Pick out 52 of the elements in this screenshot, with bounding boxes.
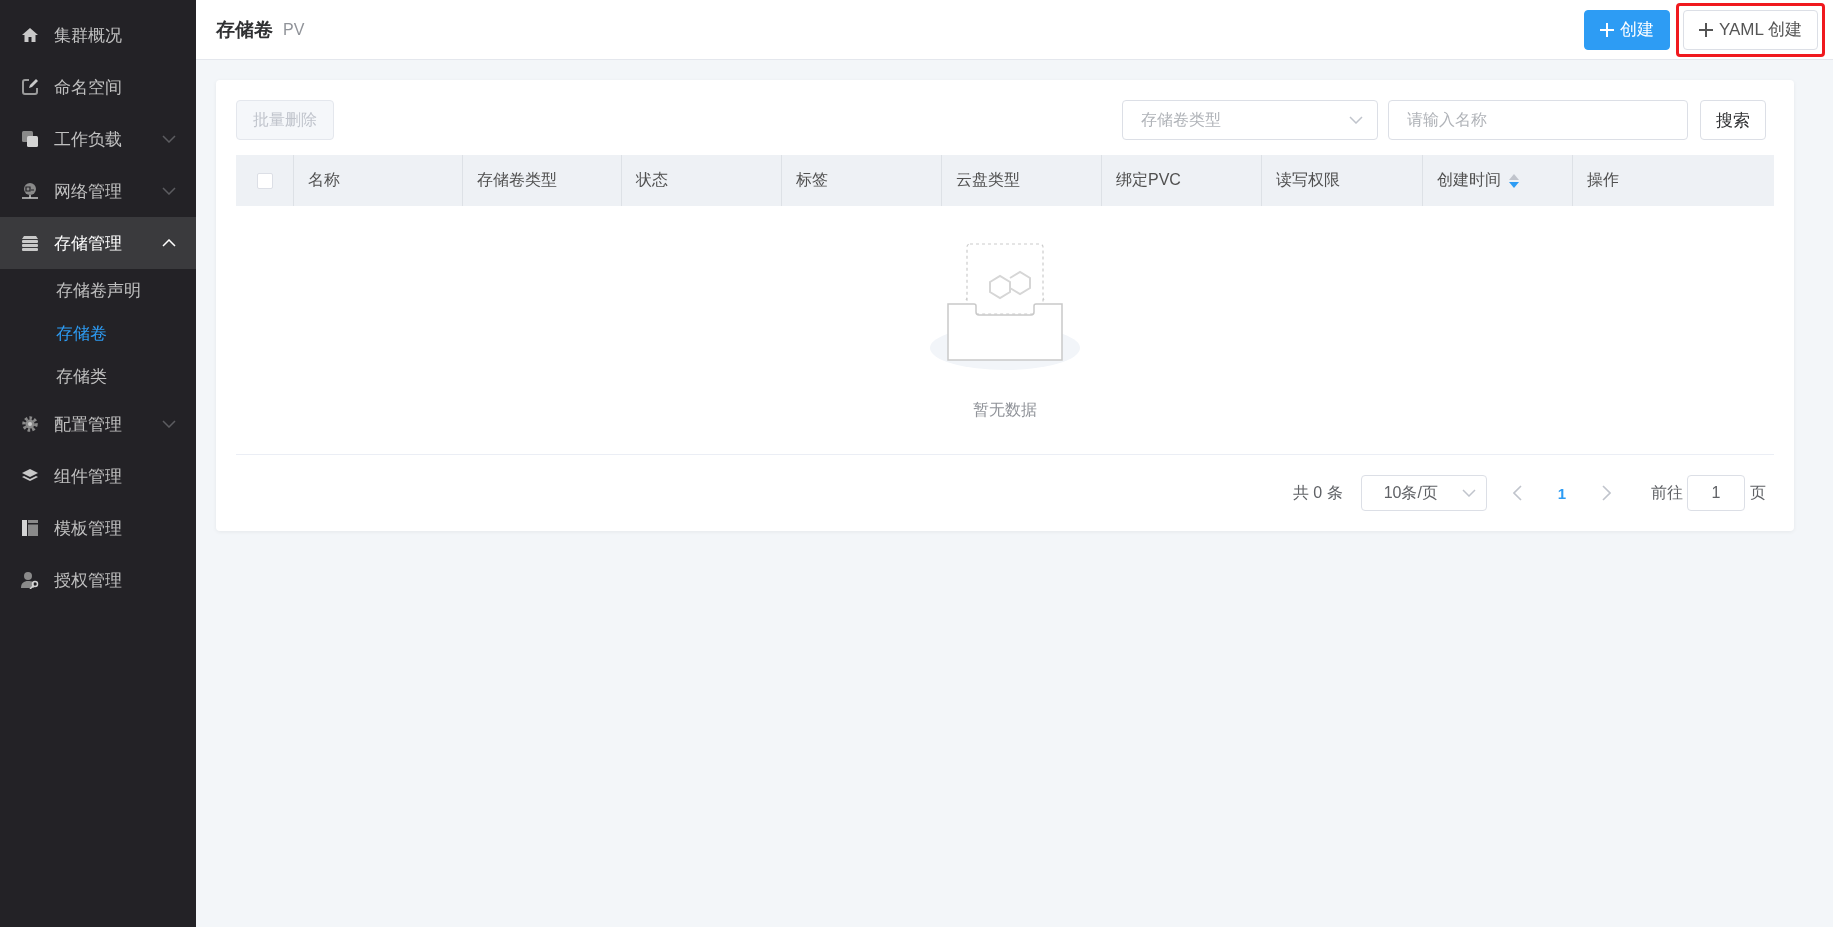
sidebar-item[interactable]: 工作负载 bbox=[0, 113, 196, 165]
sidebar-item[interactable]: 命名空间 bbox=[0, 61, 196, 113]
chevron-icon bbox=[1349, 116, 1363, 124]
empty-text: 暂无数据 bbox=[973, 400, 1037, 420]
column-header: 云盘类型 bbox=[956, 170, 1020, 190]
sidebar-item[interactable]: 模板管理 bbox=[0, 502, 196, 554]
layout-icon bbox=[21, 519, 39, 537]
total-count: 共 0 条 bbox=[1292, 482, 1343, 503]
column-header: 绑定PVC bbox=[1116, 170, 1181, 190]
plus-icon bbox=[1599, 22, 1614, 37]
sidebar-item[interactable]: 授权管理 bbox=[0, 554, 196, 606]
plus-icon bbox=[1698, 22, 1713, 37]
sidebar-item[interactable]: 配置管理 bbox=[0, 398, 196, 450]
page-title: 存储卷 bbox=[216, 17, 273, 42]
search-button[interactable]: 搜索 bbox=[1700, 100, 1766, 140]
page-size-select[interactable]: 10条/页 bbox=[1360, 475, 1487, 511]
sidebar-item[interactable]: 网络管理 bbox=[0, 165, 196, 217]
column-header: 状态 bbox=[636, 170, 668, 190]
copy-icon bbox=[21, 130, 39, 148]
column-header: 标签 bbox=[796, 170, 828, 190]
goto-label: 前往 bbox=[1651, 482, 1683, 503]
settings-icon bbox=[21, 415, 39, 433]
chevron-icon bbox=[162, 420, 176, 428]
goto-page-field[interactable]: 1 bbox=[1687, 475, 1745, 511]
page-subtitle: PV bbox=[283, 20, 305, 39]
column-header: 读写权限 bbox=[1276, 170, 1340, 190]
previous-page-icon[interactable] bbox=[1512, 485, 1522, 501]
sort-icon[interactable] bbox=[1509, 173, 1519, 188]
sidebar-subitem[interactable]: 存储类 bbox=[0, 355, 196, 398]
sidebar-item[interactable]: 存储管理 bbox=[0, 217, 196, 269]
column-header: 操作 bbox=[1587, 170, 1619, 190]
column-header: 名称 bbox=[308, 170, 340, 190]
sidebar-item[interactable]: 集群概况 bbox=[0, 9, 196, 61]
network-icon bbox=[21, 182, 39, 200]
select-all-checkbox[interactable] bbox=[256, 172, 273, 189]
name-search-field[interactable]: 请输入名称 bbox=[1388, 100, 1688, 140]
edit-icon bbox=[21, 78, 39, 96]
sidebar-item[interactable]: 组件管理 bbox=[0, 450, 196, 502]
page-unit: 页 bbox=[1750, 482, 1766, 503]
column-header: 存储卷类型 bbox=[477, 170, 557, 190]
chevron-icon bbox=[1461, 489, 1476, 497]
home-icon bbox=[21, 26, 39, 44]
sidebar-subitem[interactable]: 存储卷 bbox=[0, 312, 196, 355]
sidebar-subitem[interactable]: 存储卷声明 bbox=[0, 269, 196, 312]
next-page-icon[interactable] bbox=[1602, 485, 1611, 501]
yaml-create-button[interactable]: YAML 创建 bbox=[1682, 9, 1818, 50]
chevron-icon bbox=[162, 187, 176, 195]
chevron-icon bbox=[162, 135, 176, 143]
server-stack-icon bbox=[21, 234, 39, 252]
column-header: 创建时间 bbox=[1437, 170, 1501, 190]
chevron-icon bbox=[162, 239, 176, 247]
user-key-icon bbox=[21, 571, 39, 589]
